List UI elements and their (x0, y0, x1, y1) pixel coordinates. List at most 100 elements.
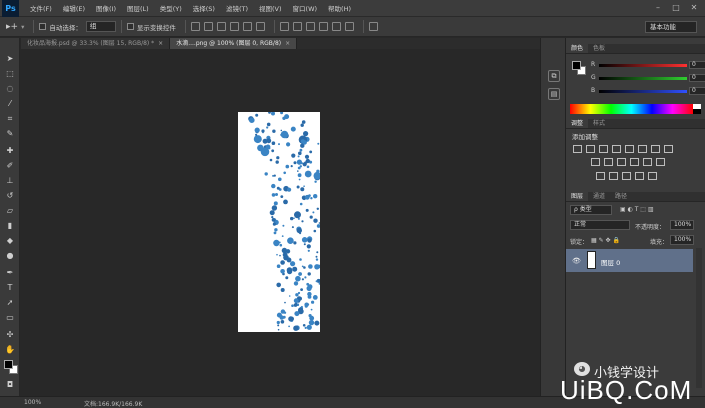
gradient-tool-icon[interactable]: ▮ (4, 221, 16, 231)
align-left-icon[interactable] (229, 22, 239, 31)
slider-track[interactable] (599, 64, 687, 67)
workspace-dropdown[interactable]: 基本功能 (645, 21, 697, 33)
crop-tool-icon[interactable]: ⌗ (4, 114, 16, 124)
move-tool-icon[interactable]: ▸+ (6, 22, 18, 32)
spectrum-bw[interactable] (693, 104, 701, 114)
blue-slider[interactable]: B 0 (591, 87, 705, 96)
slider-track[interactable] (599, 90, 687, 93)
tab-channels[interactable]: 通道 (588, 192, 610, 201)
adjustment-icon[interactable] (599, 145, 608, 153)
maximize-button[interactable]: □ (670, 3, 682, 13)
canvas-area[interactable] (21, 49, 540, 396)
blur-tool-icon[interactable]: ◆ (4, 236, 16, 246)
dodge-tool-icon[interactable]: ● (4, 251, 16, 261)
path-select-tool-icon[interactable]: ➚ (4, 298, 16, 308)
adjustment-icon[interactable] (643, 158, 652, 166)
brush-tool-icon[interactable]: ✐ (4, 161, 16, 171)
adjustment-icon[interactable] (625, 145, 634, 153)
quick-select-tool-icon[interactable]: ⁄ (4, 99, 16, 109)
foreground-color-swatch[interactable] (4, 360, 13, 369)
blend-mode-dropdown[interactable]: 正常 (570, 220, 630, 230)
history-brush-tool-icon[interactable]: ↺ (4, 191, 16, 201)
tab-swatches[interactable]: 色板 (588, 44, 610, 53)
marquee-tool-icon[interactable]: ⬚ (4, 69, 16, 79)
auto-align-icon[interactable] (368, 22, 378, 31)
blue-value-field[interactable]: 0 (689, 87, 705, 95)
align-bottom-icon[interactable] (216, 22, 226, 31)
menu-image[interactable]: 图像(I) (96, 3, 116, 13)
align-right-icon[interactable] (255, 22, 265, 31)
adjustment-icon[interactable] (635, 172, 644, 180)
adjustment-icon[interactable] (586, 145, 595, 153)
adjustment-icon[interactable] (630, 158, 639, 166)
adjustment-icon[interactable] (622, 172, 631, 180)
panel-foreground-swatch[interactable] (572, 61, 581, 70)
pen-tool-icon[interactable]: ✒ (4, 268, 16, 278)
close-icon[interactable]: × (158, 40, 163, 47)
layer-kind-filter[interactable]: ρ 类型 (570, 205, 612, 215)
3d-tool-icon[interactable]: ✣ (4, 330, 16, 340)
zoom-level[interactable]: 100% (24, 399, 41, 406)
layer-filter-icons[interactable]: ▣ ◐ T ⬚ ▥ (620, 206, 654, 213)
menu-select[interactable]: 选择(S) (193, 3, 215, 13)
auto-select-checkbox[interactable] (39, 23, 47, 30)
menu-file[interactable]: 文件(F) (30, 3, 52, 13)
clone-stamp-tool-icon[interactable]: ⊥ (4, 176, 16, 186)
red-value-field[interactable]: 0 (689, 61, 705, 69)
eraser-tool-icon[interactable]: ▱ (4, 206, 16, 216)
distribute-top-icon[interactable] (279, 22, 289, 31)
distribute-right-icon[interactable] (344, 22, 354, 31)
move-tool-icon[interactable]: ➤ (4, 54, 16, 64)
align-top-icon[interactable] (190, 22, 200, 31)
healing-brush-tool-icon[interactable]: ✚ (4, 146, 16, 156)
history-icon[interactable]: ⧉ (548, 70, 560, 82)
tab-layers[interactable]: 图层 (566, 192, 589, 201)
adjustment-icon[interactable] (612, 145, 621, 153)
align-vcenter-icon[interactable] (203, 22, 213, 31)
adjustment-icon[interactable] (573, 145, 582, 153)
distribute-hcenter-icon[interactable] (331, 22, 341, 31)
adjustment-icon[interactable] (596, 172, 605, 180)
green-slider[interactable]: G 0 (591, 74, 705, 83)
document-canvas[interactable] (238, 112, 320, 332)
layer-row[interactable]: 👁 图层 0 (566, 249, 693, 272)
lasso-tool-icon[interactable]: ◌ (4, 84, 16, 94)
tab-styles[interactable]: 样式 (588, 119, 610, 128)
slider-track[interactable] (599, 77, 687, 80)
align-hcenter-icon[interactable] (242, 22, 252, 31)
opacity-field[interactable]: 100% (670, 220, 694, 230)
adjustment-icon[interactable] (648, 172, 657, 180)
type-tool-icon[interactable]: T (4, 283, 16, 293)
menu-view[interactable]: 视图(V) (259, 3, 282, 13)
close-icon[interactable]: × (285, 40, 290, 47)
menu-window[interactable]: 窗口(W) (293, 3, 318, 13)
distribute-vcenter-icon[interactable] (292, 22, 302, 31)
minimize-button[interactable]: – (652, 3, 664, 13)
tab-poster[interactable]: 化妆品海报.psd @ 33.3% (图层 15, RGB/8) * × (21, 38, 171, 49)
show-transform-checkbox[interactable] (126, 23, 134, 30)
visibility-eye-icon[interactable]: 👁 (572, 257, 581, 265)
layer-name[interactable]: 图层 0 (601, 257, 620, 267)
adjustment-icon[interactable] (664, 145, 673, 153)
green-value-field[interactable]: 0 (689, 74, 705, 82)
tool-preset-chevron-icon[interactable]: ▾ (21, 23, 24, 31)
adjustment-icon[interactable] (638, 145, 647, 153)
distribute-bottom-icon[interactable] (305, 22, 315, 31)
properties-icon[interactable]: ▤ (548, 88, 560, 100)
quick-mask-icon[interactable]: ◘ (4, 380, 16, 390)
color-spectrum[interactable] (570, 104, 693, 114)
adjustment-icon[interactable] (604, 158, 613, 166)
adjustment-icon[interactable] (656, 158, 665, 166)
auto-select-dropdown[interactable]: 组 (85, 21, 116, 32)
red-slider[interactable]: R 0 (591, 61, 705, 70)
tab-paths[interactable]: 路径 (610, 192, 632, 201)
eyedropper-tool-icon[interactable]: ✎ (4, 129, 16, 139)
adjustment-icon[interactable] (651, 145, 660, 153)
menu-type[interactable]: 类型(Y) (160, 3, 182, 13)
hand-tool-icon[interactable]: ✋ (4, 345, 16, 355)
adjustment-icon[interactable] (609, 172, 618, 180)
menu-layer[interactable]: 图层(L) (127, 3, 149, 13)
menu-filter[interactable]: 滤镜(T) (226, 3, 248, 13)
tab-water-drops[interactable]: 水滴....png @ 100% (图层 0, RGB/8) × (170, 38, 298, 49)
fill-field[interactable]: 100% (670, 235, 694, 245)
